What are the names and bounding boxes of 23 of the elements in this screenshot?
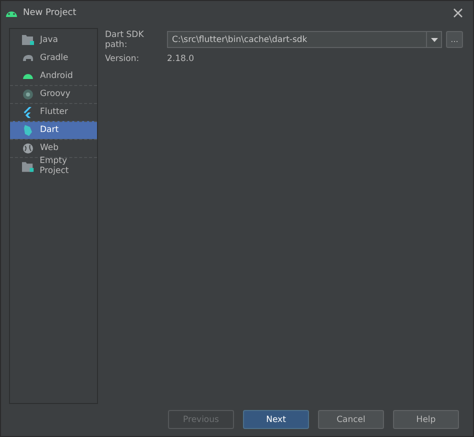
window-title: New Project [23,8,78,18]
dialog-button[interactable]: Cancel [318,410,384,430]
sidebar-item[interactable]: Empty Project [10,156,97,175]
folder-icon [22,160,34,172]
groovy-icon [22,88,34,100]
version-value: 2.18.0 [167,54,194,64]
dialog-button[interactable]: Next [243,410,309,430]
flutter-icon [22,106,34,118]
sdk-path-field[interactable]: C:\src\flutter\bin\cache\dart-sdk [167,31,442,48]
dialog-button[interactable]: Help [393,410,459,430]
sidebar-item[interactable]: Android [10,66,97,85]
browse-button[interactable]: ... [446,31,463,48]
dart-icon [22,124,34,136]
sidebar-item[interactable]: Gradle [10,48,97,67]
sidebar-item[interactable]: Dart [10,120,97,139]
dropdown-icon[interactable] [430,38,438,42]
sidebar-item[interactable]: Web [10,138,97,157]
sidebar-item[interactable]: Groovy [10,84,97,103]
field-label: Version: [105,54,140,64]
field-label: Dart SDK path: [105,30,145,50]
sidebar-item[interactable]: Java [10,30,97,49]
folder-icon [22,34,34,46]
close-icon[interactable] [453,8,463,18]
